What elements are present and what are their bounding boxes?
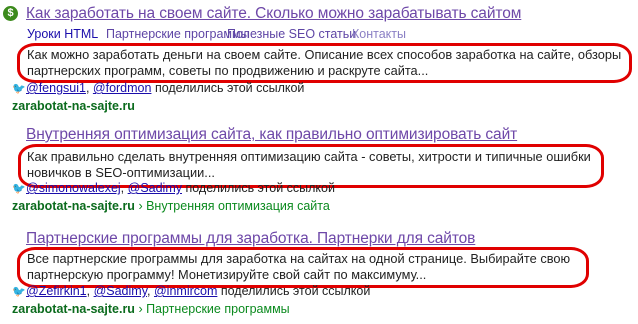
social-user-link[interactable]: @Sadimy [94, 284, 147, 298]
result-title-link[interactable]: Внутренняя оптимизация сайта, как правил… [26, 126, 517, 144]
red-highlight-oval [17, 43, 632, 83]
result-breadcrumb[interactable]: › Партнерские программы [138, 302, 289, 316]
twitter-bird-icon: 🐦 [12, 83, 26, 95]
sitelink-contacts[interactable]: Контакты [352, 27, 406, 41]
search-results-page: { "results": [ { "title": "Как заработат… [0, 0, 638, 324]
sitelink-html-lessons[interactable]: Уроки HTML [27, 27, 98, 41]
sitelink-seo-articles[interactable]: Полезные SEO статьи [227, 27, 356, 41]
result-url: zarabotat-na-sajte.ru [12, 99, 135, 113]
twitter-bird-icon: 🐦 [12, 183, 26, 195]
result-domain: zarabotat-na-sajte.ru [12, 99, 135, 113]
social-user-link[interactable]: @Sadimy [128, 181, 182, 195]
social-user-link[interactable]: @simonowalexej [26, 181, 121, 195]
result-domain: zarabotat-na-sajte.ru [12, 199, 135, 213]
social-user-link[interactable]: @fordmon [93, 81, 152, 95]
dollar-favicon-icon: $ [3, 6, 18, 21]
result-title-link[interactable]: Партнерские программы для заработка. Пар… [26, 230, 475, 248]
social-shares: 🐦@fengsui1, @fordmon поделились этой ссы… [12, 81, 305, 95]
red-highlight-oval [17, 247, 589, 288]
social-user-link[interactable]: @Zefirkin1 [26, 284, 87, 298]
result-domain: zarabotat-na-sajte.ru [12, 302, 135, 316]
social-shares: 🐦@Zefirkin1, @Sadimy, @inmircom поделили… [12, 284, 371, 298]
twitter-bird-icon: 🐦 [12, 286, 26, 298]
result-url: zarabotat-na-sajte.ru › Партнерские прог… [12, 302, 290, 316]
social-user-link[interactable]: @fengsui1 [26, 81, 86, 95]
result-breadcrumb[interactable]: › Внутренняя оптимизация сайта [138, 199, 329, 213]
result-url: zarabotat-na-sajte.ru › Внутренняя оптим… [12, 199, 330, 213]
social-user-link[interactable]: @inmircom [154, 284, 217, 298]
social-text: поделились этой ссылкой [185, 181, 335, 195]
social-shares: 🐦@simonowalexej, @Sadimy поделились этой… [12, 181, 335, 195]
result-title-link[interactable]: Как заработать на своем сайте. Сколько м… [26, 5, 521, 23]
social-text: поделились этой ссылкой [154, 81, 305, 95]
social-text: поделились этой ссылкой [220, 284, 371, 298]
